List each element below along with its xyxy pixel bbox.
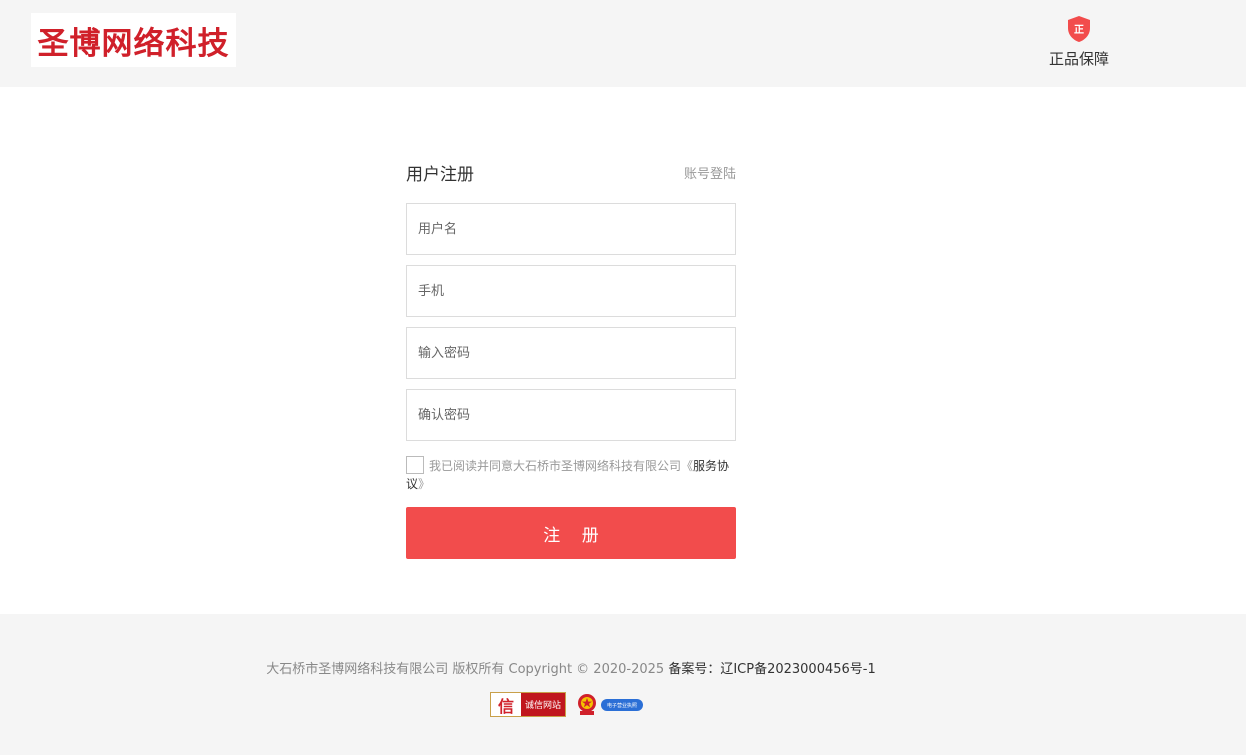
phone-input[interactable] xyxy=(406,265,736,317)
copyright-line: 大石桥市圣博网络科技有限公司 版权所有 Copyright © 2020-202… xyxy=(0,658,1142,677)
site-footer: 大石桥市圣博网络科技有限公司 版权所有 Copyright © 2020-202… xyxy=(0,614,1246,755)
shield-icon-text: 正 xyxy=(1074,24,1084,36)
confirm-password-input[interactable] xyxy=(406,389,736,441)
form-header: 用户注册 账号登陆 xyxy=(406,150,736,190)
form-title: 用户注册 xyxy=(406,165,474,185)
username-input[interactable] xyxy=(406,203,736,255)
copyright-text: 大石桥市圣博网络科技有限公司 版权所有 Copyright © 2020-202… xyxy=(266,662,665,677)
site-header: 圣博网络科技 正 正品保障 xyxy=(0,0,1246,87)
agreement-row: 我已阅读并同意大石桥市圣博网络科技有限公司《服务协议》 xyxy=(406,456,736,493)
agreement-text: 我已阅读并同意大石桥市圣博网络科技有限公司《 xyxy=(429,459,694,473)
site-logo[interactable]: 圣博网络科技 xyxy=(31,13,236,67)
account-login-link[interactable]: 账号登陆 xyxy=(684,163,736,182)
guarantee-label: 正品保障 xyxy=(1048,50,1109,68)
business-license-badge[interactable]: 电子营业执照 xyxy=(601,699,643,711)
register-form: 用户注册 账号登陆 我已阅读并同意大石桥市圣博网络科技有限公司《服务协议》 注 … xyxy=(406,150,736,559)
icp-record[interactable]: 备案号：辽ICP备2023000456号-1 xyxy=(668,662,875,677)
logo-text: 圣博网络科技 xyxy=(37,25,230,62)
national-emblem-icon[interactable] xyxy=(576,692,598,716)
shield-icon: 正 xyxy=(1068,16,1090,42)
register-button[interactable]: 注 册 xyxy=(406,507,736,559)
authentic-guarantee: 正 正品保障 xyxy=(1040,15,1118,71)
integrity-badge-char: 信 xyxy=(491,693,521,716)
integrity-site-badge[interactable]: 信 诚信网站 xyxy=(490,692,566,717)
integrity-badge-text: 诚信网站 xyxy=(521,693,565,716)
agreement-suffix: 》 xyxy=(418,477,431,491)
agree-checkbox[interactable] xyxy=(406,456,424,474)
password-input[interactable] xyxy=(406,327,736,379)
